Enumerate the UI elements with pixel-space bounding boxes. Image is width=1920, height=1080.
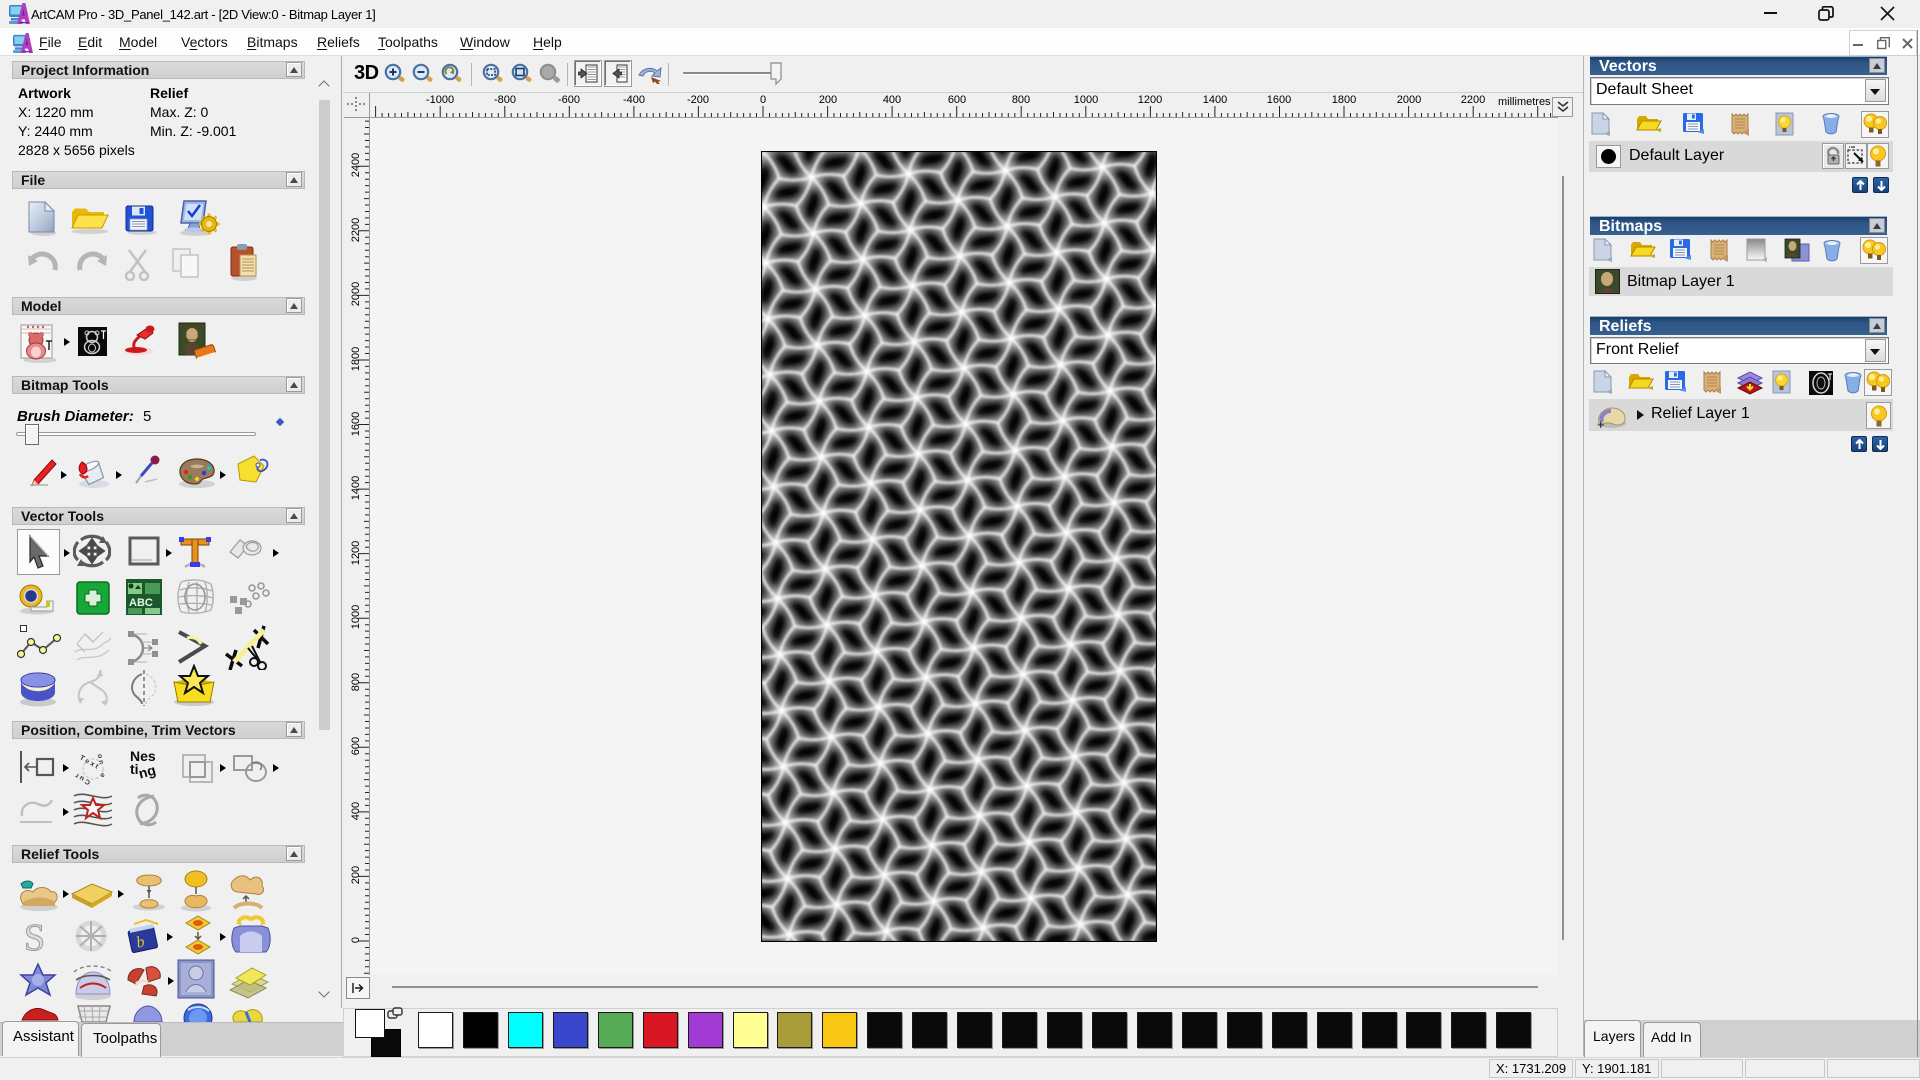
svg-text:a: a [98,771,106,779]
svg-text:S: S [24,918,45,956]
svg-text:+: + [1597,417,1605,429]
svg-text:ng: ng [137,762,158,782]
svg-text:ABC: ABC [129,597,153,609]
